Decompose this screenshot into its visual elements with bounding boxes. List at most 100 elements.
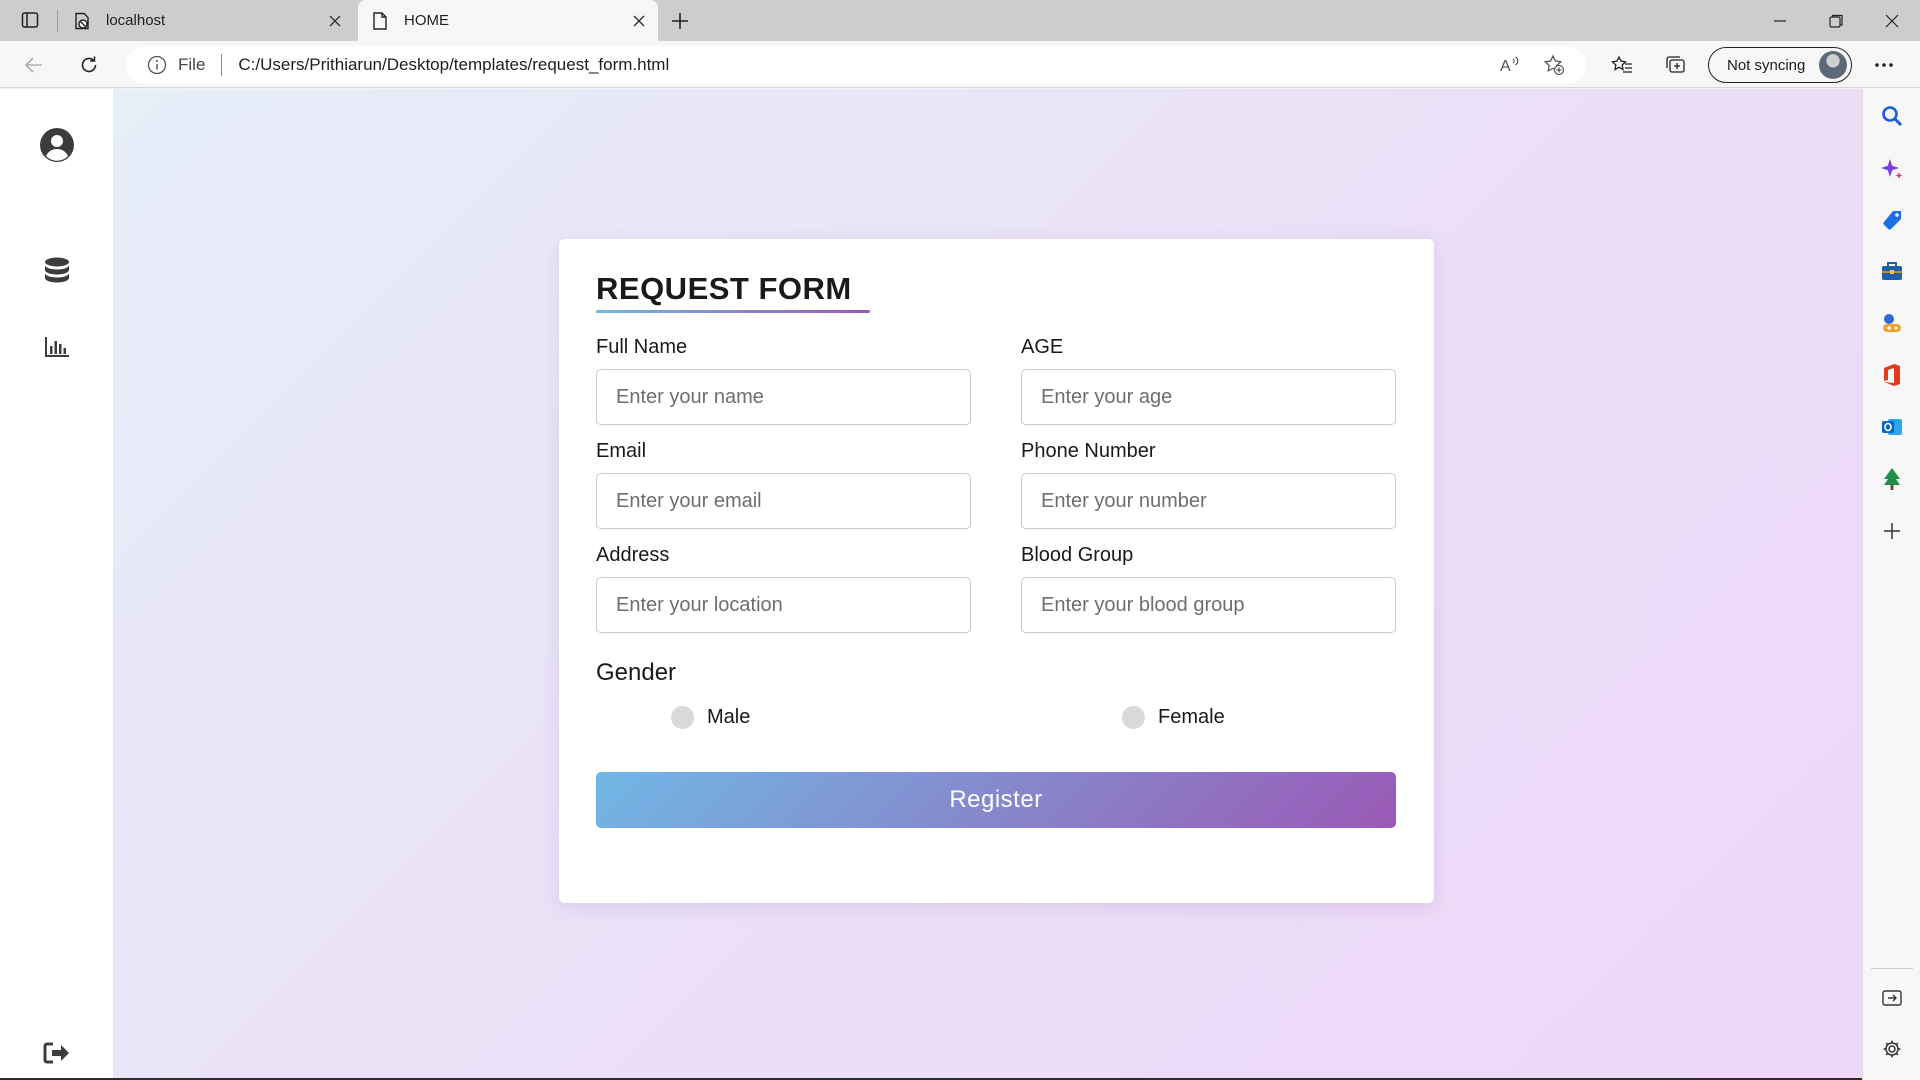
tree-icon — [1884, 468, 1900, 490]
sidebar-outlook-button[interactable] — [1877, 412, 1907, 442]
radio-dot[interactable] — [671, 706, 694, 729]
page-blocked-icon — [72, 11, 92, 31]
phone-number-field: Phone Number — [1021, 439, 1396, 529]
full-name-input[interactable] — [596, 369, 971, 425]
radio-label-female: Female — [1158, 706, 1225, 728]
back-button[interactable] — [16, 49, 52, 81]
tab-actions-icon — [21, 12, 39, 28]
address-field: Address — [596, 543, 971, 633]
logout-icon — [43, 1042, 69, 1064]
sidebar-office-button[interactable] — [1877, 360, 1907, 390]
gender-title: Gender — [596, 659, 677, 686]
profile-button[interactable]: Not syncing — [1708, 47, 1852, 83]
gear-icon — [1883, 1040, 1901, 1058]
close-tab-icon[interactable] — [626, 8, 652, 34]
gender-female-radio[interactable]: Female — [1122, 706, 1225, 729]
sidebar-add-button[interactable] — [1877, 516, 1907, 546]
favorites-button[interactable] — [1604, 49, 1640, 81]
tab-title: HOME — [404, 12, 449, 29]
address-label: Address — [596, 544, 670, 566]
close-tab-icon[interactable] — [322, 8, 348, 34]
url-text[interactable]: C:/Users/Prithiarun/Desktop/templates/re… — [238, 55, 669, 75]
outlook-icon — [1882, 419, 1902, 435]
restore-button[interactable] — [1808, 0, 1864, 41]
scheme-label: File — [178, 55, 206, 74]
avatar — [1819, 51, 1847, 79]
sidebar-tree-button[interactable] — [1877, 464, 1907, 494]
refresh-button[interactable] — [71, 49, 107, 81]
address-bar-actions: A — [1488, 49, 1576, 81]
shopping-icon — [1883, 211, 1901, 230]
age-label: AGE — [1021, 336, 1064, 358]
add-favorite-button[interactable] — [1532, 49, 1576, 81]
tab-separator — [57, 10, 58, 32]
svg-text:A: A — [1500, 58, 1511, 75]
address-input[interactable] — [596, 577, 971, 633]
sidebar-games-button[interactable] — [1877, 308, 1907, 338]
tab-home[interactable]: HOME — [358, 0, 658, 41]
phone-number-label: Phone Number — [1021, 440, 1156, 462]
collections-button[interactable] — [1658, 49, 1694, 81]
sidebar-search-button[interactable] — [1877, 101, 1907, 131]
office-icon — [1884, 364, 1900, 386]
browser-sidebar — [1862, 88, 1920, 1080]
phone-number-input[interactable] — [1021, 473, 1396, 529]
search-icon — [1882, 106, 1903, 127]
tab-title: localhost — [106, 12, 166, 29]
full-name-field: Full Name — [596, 335, 971, 425]
tools-icon — [1882, 262, 1902, 280]
app-sidebar — [0, 89, 113, 1080]
sidebar-hide-button[interactable] — [1877, 983, 1907, 1013]
sidebar-tools-button[interactable] — [1877, 256, 1907, 286]
database-link[interactable] — [37, 252, 77, 292]
analytics-link[interactable] — [37, 327, 77, 367]
close-icon — [1885, 14, 1899, 27]
minimize-button[interactable] — [1752, 0, 1808, 41]
settings-more-button[interactable] — [1866, 49, 1902, 81]
more-icon — [1875, 63, 1893, 67]
logout-link[interactable] — [37, 1033, 77, 1073]
read-aloud-icon: A — [1500, 56, 1519, 75]
age-field: AGE — [1021, 335, 1396, 425]
address-bar[interactable]: File C:/Users/Prithiarun/Desktop/templat… — [126, 46, 1586, 84]
refresh-icon — [81, 56, 97, 73]
collections-icon — [1666, 56, 1685, 73]
panel-collapse-icon — [1882, 990, 1902, 1006]
tab-actions-button[interactable] — [10, 7, 50, 33]
age-input[interactable] — [1021, 369, 1396, 425]
radio-dot[interactable] — [1122, 706, 1145, 729]
new-tab-button[interactable] — [665, 7, 695, 35]
window-controls — [1752, 0, 1920, 41]
request-form-card: REQUEST FORM Full Name AGE Email Phone N… — [559, 239, 1434, 903]
favorites-icon — [1611, 55, 1632, 73]
main-content: REQUEST FORM Full Name AGE Email Phone N… — [113, 89, 1862, 1080]
close-window-button[interactable] — [1864, 0, 1920, 41]
full-name-label: Full Name — [596, 336, 688, 358]
user-circle-icon — [40, 128, 74, 162]
sidebar-shopping-button[interactable] — [1877, 206, 1907, 236]
document-icon — [370, 11, 390, 31]
title-underline — [596, 310, 870, 313]
restore-icon — [1829, 14, 1843, 28]
sidebar-settings-button[interactable] — [1877, 1034, 1907, 1064]
copilot-icon — [1881, 159, 1903, 179]
star-add-icon — [1543, 54, 1565, 76]
read-aloud-button[interactable]: A — [1488, 49, 1532, 81]
email-input[interactable] — [596, 473, 971, 529]
info-icon[interactable] — [146, 54, 168, 76]
user-profile-link[interactable] — [37, 125, 77, 165]
plus-icon — [672, 13, 688, 29]
gender-male-radio[interactable]: Male — [671, 706, 750, 729]
add-icon — [1884, 523, 1900, 539]
profile-status: Not syncing — [1727, 56, 1806, 74]
sidebar-divider — [1871, 968, 1913, 969]
games-icon — [1883, 314, 1901, 332]
minimize-icon — [1774, 19, 1786, 22]
sidebar-copilot-button[interactable] — [1877, 154, 1907, 184]
blood-group-input[interactable] — [1021, 577, 1396, 633]
register-button[interactable]: Register — [596, 772, 1396, 828]
radio-label-male: Male — [707, 706, 751, 728]
form-title: REQUEST FORM — [596, 271, 852, 306]
tab-localhost[interactable]: localhost — [62, 0, 354, 41]
blood-group-field: Blood Group — [1021, 543, 1396, 633]
